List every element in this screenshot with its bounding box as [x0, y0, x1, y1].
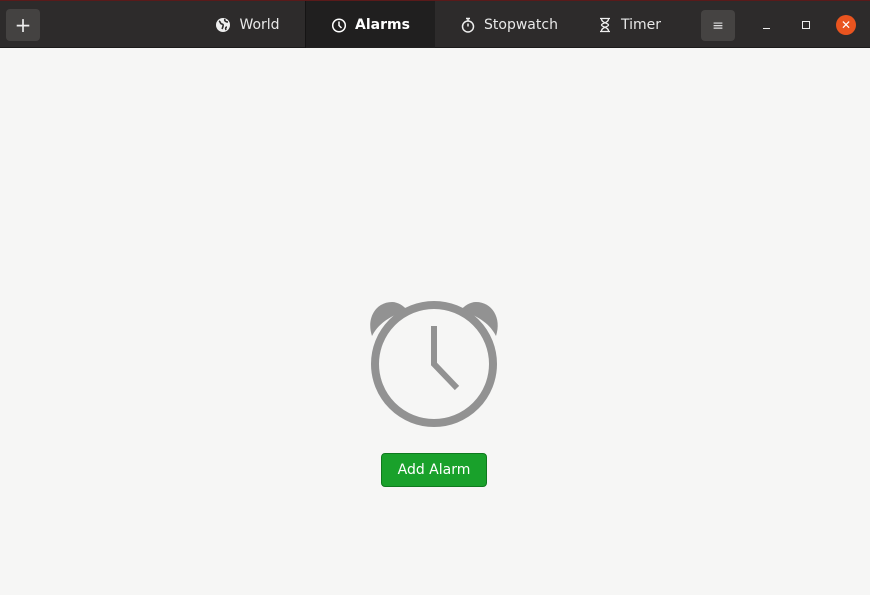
- plus-icon: +: [14, 13, 32, 37]
- tab-timer[interactable]: Timer: [584, 1, 674, 48]
- globe-icon: [216, 17, 231, 32]
- clock-icon: [331, 17, 347, 33]
- tab-label: Alarms: [355, 16, 410, 33]
- tab-stopwatch[interactable]: Stopwatch: [434, 1, 584, 48]
- new-alarm-button[interactable]: +: [6, 9, 40, 41]
- hourglass-icon: [599, 17, 610, 32]
- minimize-button[interactable]: [756, 15, 776, 35]
- tab-label: Timer: [620, 16, 662, 33]
- maximize-icon: [802, 21, 810, 29]
- tab-alarms[interactable]: Alarms: [305, 1, 435, 48]
- header-bar: + World Alarms Stopwatch Timer ≡ ✕: [0, 0, 870, 48]
- hamburger-menu-icon: ≡: [712, 17, 724, 34]
- tab-world[interactable]: World: [190, 1, 305, 48]
- close-button[interactable]: ✕: [836, 15, 856, 35]
- add-alarm-label: Add Alarm: [397, 462, 471, 478]
- main-menu-button[interactable]: ≡: [701, 10, 735, 41]
- alarm-clock-icon: [370, 301, 498, 427]
- add-alarm-button[interactable]: Add Alarm: [381, 453, 487, 487]
- maximize-button[interactable]: [796, 15, 816, 35]
- stopwatch-icon: [461, 17, 475, 33]
- minimize-icon: [762, 28, 770, 29]
- tab-label: Stopwatch: [484, 16, 558, 33]
- close-icon: ✕: [840, 18, 852, 32]
- tab-label: World: [239, 16, 280, 33]
